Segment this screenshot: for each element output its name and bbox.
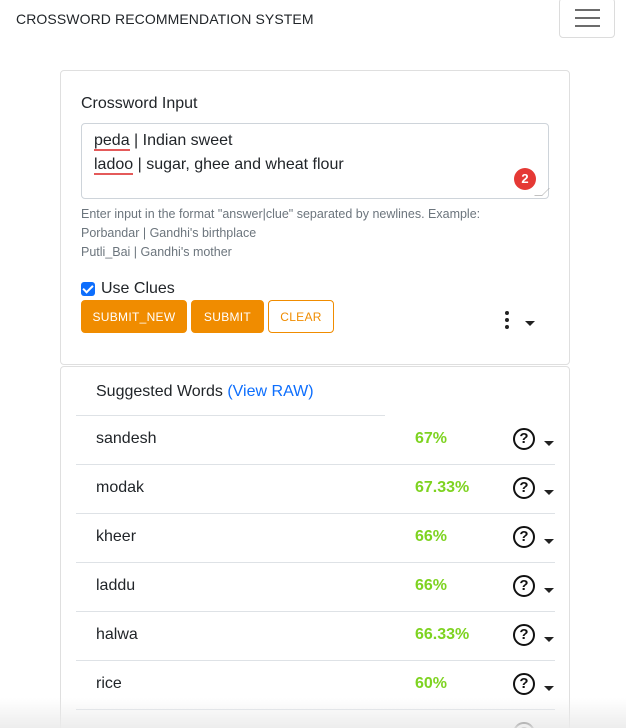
kebab-icon[interactable] bbox=[505, 311, 509, 332]
match-score: 66% bbox=[415, 577, 448, 594]
match-score: 66% bbox=[415, 528, 448, 545]
suggested-words-heading: Suggested Words (View RAW) bbox=[96, 383, 314, 401]
match-score: 67.33% bbox=[415, 479, 470, 496]
suggested-words-card: Suggested Words (View RAW) sandesh 67% ?… bbox=[60, 366, 570, 728]
chevron-down-icon[interactable] bbox=[544, 588, 554, 593]
match-score: 67% bbox=[415, 430, 448, 447]
suggestion-row[interactable]: halwa 66.33% ? bbox=[76, 611, 555, 660]
suggested-word: rice bbox=[96, 675, 122, 692]
chevron-down-icon[interactable] bbox=[544, 637, 554, 642]
match-score: 66.33% bbox=[415, 626, 470, 643]
submit-button[interactable]: SUBMIT bbox=[191, 300, 264, 333]
brand-title[interactable]: CROSSWORD RECOMMENDATION SYSTEM bbox=[16, 11, 314, 27]
help-circle-icon[interactable]: ? bbox=[513, 575, 535, 597]
crossword-input-textarea[interactable]: peda | Indian sweet ladoo | sugar, ghee … bbox=[81, 123, 550, 199]
match-score: 60% bbox=[415, 675, 448, 692]
textarea-line-rest: | sugar, ghee and wheat flour bbox=[133, 156, 344, 173]
help-circle-icon[interactable]: ? bbox=[513, 722, 535, 728]
help-circle-icon[interactable]: ? bbox=[513, 428, 535, 450]
suggested-word: modak bbox=[96, 479, 145, 496]
menu-toggle-button[interactable] bbox=[559, 0, 615, 38]
suggestion-row[interactable]: modak 67.33% ? bbox=[76, 464, 555, 513]
spellcheck-word: peda bbox=[94, 132, 130, 151]
crossword-input-card: Crossword Input peda | Indian sweet lado… bbox=[60, 70, 570, 365]
help-circle-icon[interactable]: ? bbox=[513, 477, 535, 499]
grammar-badge[interactable]: 2 bbox=[514, 168, 536, 190]
hamburger-icon-bar bbox=[575, 17, 600, 19]
view-raw-link[interactable]: (View RAW) bbox=[227, 383, 313, 400]
chevron-down-icon[interactable] bbox=[525, 321, 535, 326]
hamburger-icon-bar bbox=[575, 25, 600, 27]
clear-button[interactable]: CLEAR bbox=[268, 300, 334, 333]
textarea-line-rest: | Indian sweet bbox=[129, 132, 233, 149]
suggested-word: laddu bbox=[96, 577, 136, 594]
row-divider-gap bbox=[385, 415, 555, 416]
resize-handle-icon[interactable] bbox=[534, 188, 550, 196]
chevron-down-icon[interactable] bbox=[544, 539, 554, 544]
suggested-word: halwa bbox=[96, 626, 138, 643]
use-clues-label: Use Clues bbox=[101, 280, 175, 297]
help-circle-icon[interactable]: ? bbox=[513, 624, 535, 646]
hamburger-icon bbox=[575, 9, 600, 11]
spellcheck-word: ladoo bbox=[94, 156, 134, 175]
suggestion-row[interactable]: rice 60% ? bbox=[76, 660, 555, 709]
suggestion-row[interactable]: ? bbox=[76, 709, 555, 728]
suggested-words-title: Suggested Words bbox=[96, 383, 223, 400]
use-clues-toggle[interactable]: Use Clues bbox=[81, 279, 175, 299]
chevron-down-icon[interactable] bbox=[544, 441, 554, 446]
chevron-down-icon[interactable] bbox=[544, 490, 554, 495]
suggested-word: sandesh bbox=[96, 430, 157, 447]
navbar: CROSSWORD RECOMMENDATION SYSTEM bbox=[0, 0, 626, 40]
help-circle-icon[interactable]: ? bbox=[513, 526, 535, 548]
submit-new-button[interactable]: SUBMIT_NEW bbox=[81, 300, 187, 333]
suggestion-row[interactable]: kheer 66% ? bbox=[76, 513, 555, 562]
textarea-line: ladoo | sugar, ghee and wheat flour bbox=[94, 154, 344, 176]
suggestion-row[interactable]: sandesh 67% ? bbox=[76, 415, 555, 464]
suggested-word: kheer bbox=[96, 528, 137, 545]
help-circle-icon[interactable]: ? bbox=[513, 673, 535, 695]
input-help-text: Enter input in the format "answer|clue" … bbox=[81, 207, 481, 259]
suggestion-row[interactable]: laddu 66% ? bbox=[76, 562, 555, 611]
use-clues-checkbox[interactable] bbox=[81, 282, 95, 296]
textarea-line: peda | Indian sweet bbox=[94, 130, 232, 152]
card-title: Crossword Input bbox=[81, 95, 198, 112]
chevron-down-icon[interactable] bbox=[544, 686, 554, 691]
